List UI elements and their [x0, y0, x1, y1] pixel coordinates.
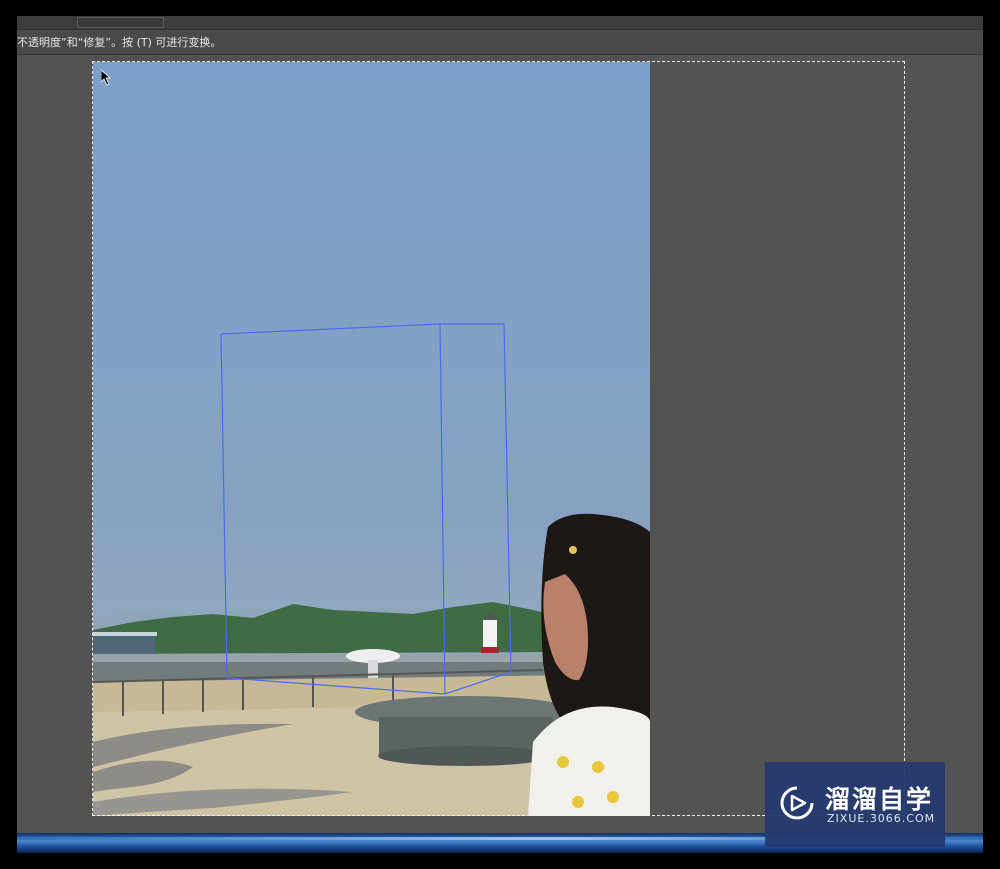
arrow-cursor-icon — [101, 70, 112, 86]
options-bar — [17, 16, 983, 29]
watermark-url: ZIXUE.3066.COM — [827, 812, 936, 825]
selection-marquee — [92, 61, 905, 816]
tool-hint-text: 不透明度”和“修复”。按 (T) 可进行变换。 — [17, 36, 222, 49]
play-logo-icon — [780, 786, 814, 820]
hint-bar: 不透明度”和“修复”。按 (T) 可进行变换。 — [17, 29, 983, 55]
watermark-title: 溜溜自学 — [825, 785, 934, 814]
options-field[interactable] — [77, 17, 164, 28]
watermark-badge: 溜溜自学 ZIXUE.3066.COM — [765, 762, 945, 847]
